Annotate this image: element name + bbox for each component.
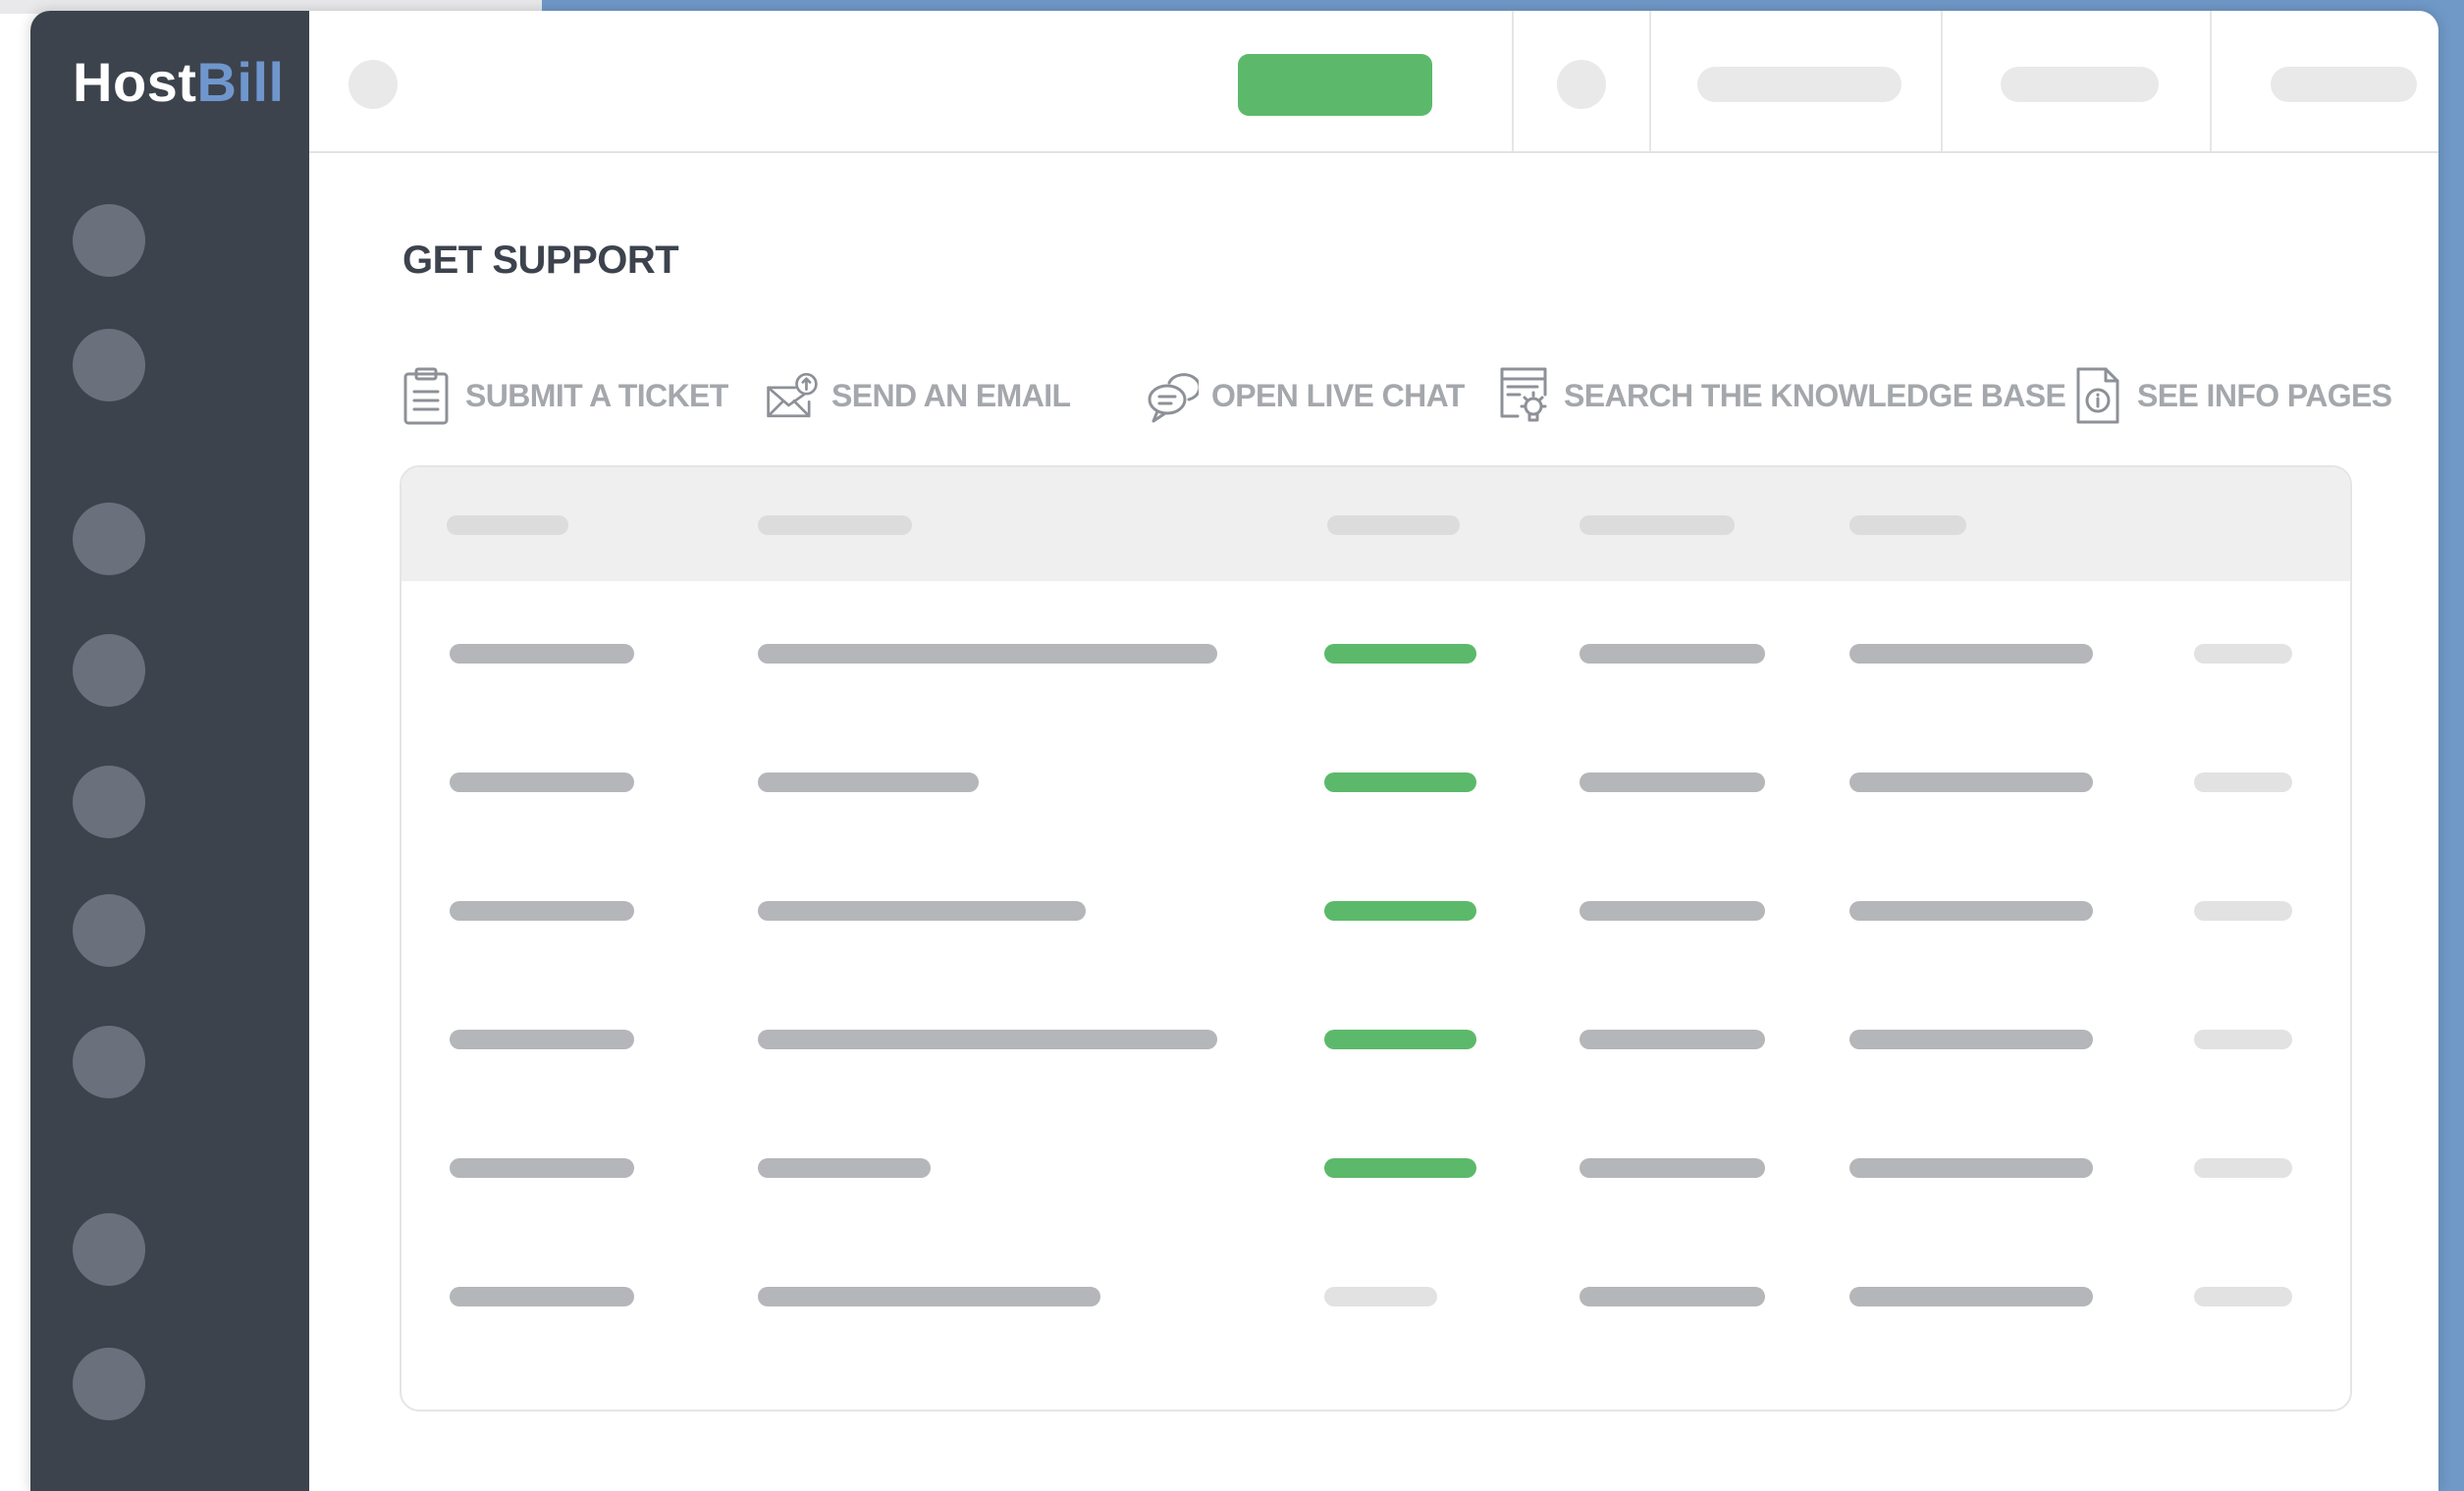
logo-primary: Host	[73, 51, 197, 113]
row-action[interactable]	[2194, 772, 2292, 792]
info-document-icon	[2070, 365, 2125, 426]
row-cell-1	[450, 1030, 634, 1049]
submit-ticket-link[interactable]: SUBMIT A TICKET	[399, 356, 728, 435]
row-cell-4	[1580, 644, 1765, 664]
row-cell-1	[450, 1287, 634, 1306]
row-cell-4	[1580, 1158, 1765, 1178]
see-info-pages-link[interactable]: SEE INFO PAGES	[2070, 356, 2392, 435]
sidebar-nav-item-4[interactable]	[73, 634, 145, 707]
row-cell-1	[450, 1158, 634, 1178]
row-cell-2	[758, 772, 979, 792]
row-action[interactable]	[2194, 1030, 2292, 1049]
row-cell-5	[1849, 644, 2093, 664]
sidebar-nav-item-1[interactable]	[73, 204, 145, 277]
row-cell-2	[758, 644, 1217, 664]
table-header	[402, 467, 2350, 581]
see-info-pages-label: SEE INFO PAGES	[2137, 377, 2392, 413]
row-action[interactable]	[2194, 901, 2292, 921]
primary-action-button[interactable]	[1238, 54, 1432, 116]
row-cell-5	[1849, 1287, 2093, 1306]
table-row[interactable]	[402, 581, 2350, 710]
open-live-chat-label: OPEN LIVE CHAT	[1211, 377, 1465, 413]
column-header-2[interactable]	[758, 515, 912, 535]
row-cell-4	[1580, 901, 1765, 921]
send-email-link[interactable]: SEND AN EMAIL	[765, 356, 1071, 435]
status-badge	[1324, 1030, 1476, 1049]
row-cell-1	[450, 901, 634, 921]
tickets-table	[400, 465, 2352, 1411]
open-live-chat-link[interactable]: OPEN LIVE CHAT	[1145, 356, 1465, 435]
topbar-menu-item-1[interactable]	[1697, 67, 1902, 102]
table-row[interactable]	[402, 1095, 2350, 1224]
table-row[interactable]	[402, 1224, 2350, 1353]
sidebar-nav-item-9[interactable]	[73, 1348, 145, 1420]
logo[interactable]: HostBill	[73, 50, 285, 114]
column-header-5[interactable]	[1849, 515, 1966, 535]
status-badge	[1324, 644, 1476, 664]
topbar-divider	[1512, 11, 1514, 151]
row-cell-5	[1849, 1030, 2093, 1049]
status-badge	[1324, 1158, 1476, 1178]
row-cell-2	[758, 1158, 931, 1178]
row-cell-4	[1580, 1287, 1765, 1306]
menu-toggle-icon[interactable]	[348, 60, 398, 109]
sidebar: HostBill	[30, 11, 309, 1491]
sidebar-nav-item-2[interactable]	[73, 329, 145, 401]
search-knowledge-base-link[interactable]: SEARCH THE KNOWLEDGE BASE	[1497, 356, 2066, 435]
status-badge	[1324, 901, 1476, 921]
topbar-divider	[1649, 11, 1651, 151]
table-row[interactable]	[402, 838, 2350, 967]
row-cell-5	[1849, 901, 2093, 921]
sidebar-nav-item-6[interactable]	[73, 894, 145, 967]
status-badge	[1324, 772, 1476, 792]
submit-ticket-label: SUBMIT A TICKET	[465, 377, 728, 413]
table-row[interactable]	[402, 967, 2350, 1095]
row-cell-1	[450, 644, 634, 664]
column-header-4[interactable]	[1580, 515, 1735, 535]
row-action[interactable]	[2194, 644, 2292, 664]
row-cell-5	[1849, 772, 2093, 792]
sidebar-nav-item-8[interactable]	[73, 1213, 145, 1286]
chat-bubbles-icon	[1145, 365, 1200, 426]
topbar-menu-item-3[interactable]	[2271, 67, 2417, 102]
row-cell-2	[758, 901, 1086, 921]
row-cell-4	[1580, 1030, 1765, 1049]
row-action[interactable]	[2194, 1158, 2292, 1178]
sidebar-nav-item-5[interactable]	[73, 766, 145, 838]
column-header-1[interactable]	[447, 515, 568, 535]
send-email-label: SEND AN EMAIL	[831, 377, 1071, 413]
sidebar-nav-item-7[interactable]	[73, 1026, 145, 1098]
row-cell-4	[1580, 772, 1765, 792]
column-header-3[interactable]	[1327, 515, 1460, 535]
search-knowledge-base-label: SEARCH THE KNOWLEDGE BASE	[1564, 377, 2066, 413]
row-cell-5	[1849, 1158, 2093, 1178]
row-action[interactable]	[2194, 1287, 2292, 1306]
clipboard-icon	[399, 365, 454, 426]
sidebar-nav-item-3[interactable]	[73, 503, 145, 575]
notifications-icon[interactable]	[1557, 60, 1606, 109]
top-bar	[309, 11, 2438, 153]
status-badge	[1324, 1287, 1437, 1306]
row-cell-1	[450, 772, 634, 792]
logo-accent: Bill	[196, 51, 285, 113]
topbar-divider	[1941, 11, 1943, 151]
page-title: GET SUPPORT	[402, 239, 679, 282]
topbar-divider	[2210, 11, 2212, 151]
knowledge-base-icon	[1497, 365, 1552, 426]
table-row[interactable]	[402, 710, 2350, 838]
app-window: HostBill GET SUPPORT SUBMIT A TICKET SEN…	[30, 11, 2438, 1491]
row-cell-2	[758, 1287, 1100, 1306]
row-cell-2	[758, 1030, 1217, 1049]
topbar-menu-item-2[interactable]	[2001, 67, 2159, 102]
envelope-icon	[765, 365, 820, 426]
